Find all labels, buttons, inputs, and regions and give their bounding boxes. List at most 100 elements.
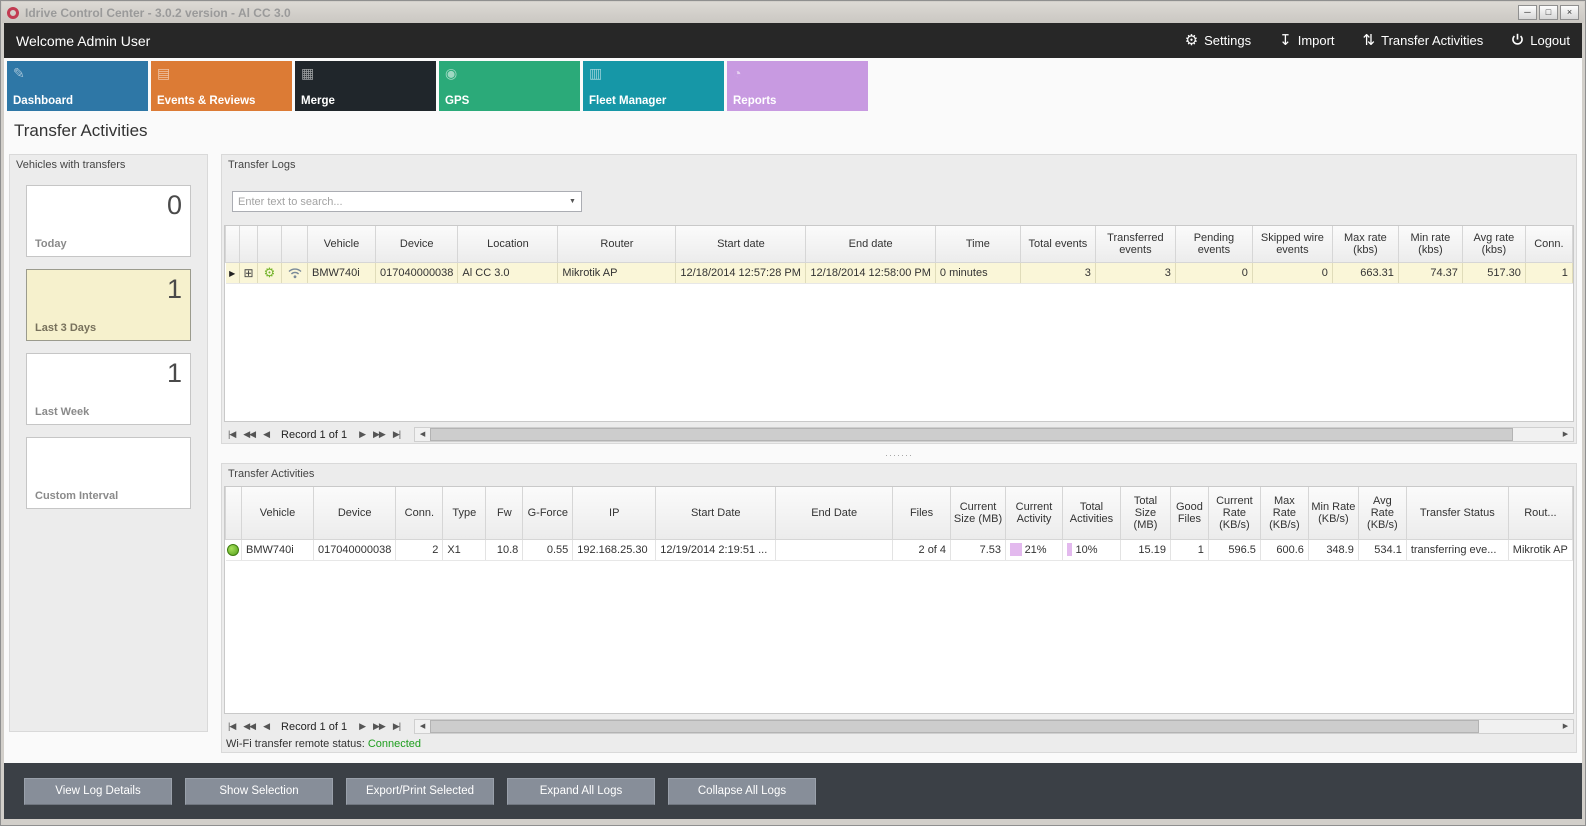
col-fw[interactable]: Fw <box>486 487 523 539</box>
col-start-date[interactable]: Start Date <box>656 487 776 539</box>
col-ip[interactable]: IP <box>573 487 656 539</box>
col-device[interactable]: Device <box>313 487 395 539</box>
show-selection-button[interactable]: Show Selection <box>185 778 333 805</box>
col-good-files[interactable]: Good Files <box>1170 487 1208 539</box>
settings-button[interactable]: ⚙ Settings <box>1185 33 1251 48</box>
expand-all-logs-button[interactable]: Expand All Logs <box>507 778 655 805</box>
cell-max-rate: 663.31 <box>1332 262 1398 283</box>
col-vehicle[interactable]: Vehicle <box>241 487 313 539</box>
pager-prev-icon[interactable]: ◀ <box>259 721 273 732</box>
import-button[interactable]: ↧ Import <box>1279 33 1334 48</box>
col-location[interactable]: Location <box>458 226 558 262</box>
transfer-log-row[interactable]: ▶ ⊞ ⚙ BMW740i 017040000038 Al CC 3.0 Mik… <box>226 262 1573 283</box>
scrollbar-track[interactable] <box>430 720 1558 733</box>
tile-fleet-manager[interactable]: ▥ Fleet Manager <box>583 61 724 111</box>
col-end-date[interactable]: End Date <box>776 487 893 539</box>
transfer-activity-row[interactable]: BMW740i 017040000038 2 X1 10.8 0.55 192.… <box>226 539 1573 560</box>
card-today[interactable]: 0 Today <box>26 185 191 257</box>
expand-row-icon[interactable]: ⊞ <box>243 266 253 280</box>
collapse-all-logs-button[interactable]: Collapse All Logs <box>668 778 816 805</box>
cell-device: 017040000038 <box>313 539 395 560</box>
col-type[interactable]: Type <box>443 487 486 539</box>
scroll-right-icon[interactable]: ▶ <box>1558 720 1573 733</box>
titlebar: Idrive Control Center - 3.0.2 version - … <box>2 2 1584 23</box>
tile-merge[interactable]: ▦ Merge <box>295 61 436 111</box>
pager-next-page-icon[interactable]: ▶▶ <box>369 721 389 732</box>
cell-pending-events: 0 <box>1175 262 1252 283</box>
export-print-selected-button[interactable]: Export/Print Selected <box>346 778 494 805</box>
minimize-button[interactable]: ─ <box>1518 5 1537 20</box>
col-total-activities[interactable]: Total Activities <box>1062 487 1120 539</box>
card-last-3-days[interactable]: 1 Last 3 Days <box>26 269 191 341</box>
pager-next-icon[interactable]: ▶ <box>355 721 369 732</box>
tile-events-reviews[interactable]: ▤ Events & Reviews <box>151 61 292 111</box>
col-current-size[interactable]: Current Size (MB) <box>951 487 1006 539</box>
col-current-rate[interactable]: Current Rate (KB/s) <box>1208 487 1260 539</box>
tile-reports-label: Reports <box>733 95 776 107</box>
pager-prev-page-icon[interactable]: ◀◀ <box>239 429 259 440</box>
col-transferred-events[interactable]: Transferred events <box>1095 226 1175 262</box>
col-g-force[interactable]: G-Force <box>523 487 573 539</box>
online-status-icon <box>227 544 239 556</box>
col-pending-events[interactable]: Pending events <box>1175 226 1252 262</box>
col-max-rate[interactable]: Max Rate (KB/s) <box>1260 487 1308 539</box>
cell-avg-rate: 517.30 <box>1462 262 1525 283</box>
scrollbar-track[interactable] <box>430 428 1558 441</box>
col-end-date[interactable]: End date <box>806 226 935 262</box>
cell-files: 2 of 4 <box>893 539 951 560</box>
card-last-week[interactable]: 1 Last Week <box>26 353 191 425</box>
app-logo-icon <box>7 7 19 19</box>
cell-max-rate: 600.6 <box>1260 539 1308 560</box>
col-max-rate[interactable]: Max rate (kbs) <box>1332 226 1398 262</box>
col-conn[interactable]: Conn. <box>1525 226 1572 262</box>
col-avg-rate[interactable]: Avg rate (kbs) <box>1462 226 1525 262</box>
merge-road-icon: ▦ <box>301 65 314 82</box>
col-current-activity[interactable]: Current Activity <box>1006 487 1063 539</box>
cell-fw: 10.8 <box>486 539 523 560</box>
chevron-down-icon[interactable]: ▼ <box>564 198 581 205</box>
col-device[interactable]: Device <box>376 226 458 262</box>
col-avg-rate[interactable]: Avg Rate (KB/s) <box>1358 487 1406 539</box>
col-skipped-wire-events[interactable]: Skipped wire events <box>1252 226 1332 262</box>
transfer-activities-button[interactable]: ⇅ Transfer Activities <box>1363 33 1484 48</box>
col-total-events[interactable]: Total events <box>1020 226 1095 262</box>
pager-next-icon[interactable]: ▶ <box>355 429 369 440</box>
col-min-rate[interactable]: Min Rate (KB/s) <box>1308 487 1358 539</box>
scroll-left-icon[interactable]: ◀ <box>415 720 430 733</box>
col-start-date[interactable]: Start date <box>676 226 806 262</box>
pager-last-icon[interactable]: ▶| <box>389 721 404 732</box>
scrollbar-thumb[interactable] <box>430 720 1479 733</box>
pager-next-page-icon[interactable]: ▶▶ <box>369 429 389 440</box>
view-log-details-button[interactable]: View Log Details <box>24 778 172 805</box>
search-input[interactable] <box>233 196 564 208</box>
horizontal-scrollbar[interactable]: ◀ ▶ <box>414 427 1574 442</box>
pager-first-icon[interactable]: |◀ <box>224 429 239 440</box>
logout-button[interactable]: Logout <box>1511 33 1570 49</box>
card-custom-interval[interactable]: Custom Interval <box>26 437 191 509</box>
col-conn[interactable]: Conn. <box>396 487 443 539</box>
pager-prev-icon[interactable]: ◀ <box>259 429 273 440</box>
close-button[interactable]: × <box>1560 5 1579 20</box>
tile-dashboard[interactable]: ✎ Dashboard <box>7 61 148 111</box>
scrollbar-thumb[interactable] <box>430 428 1513 441</box>
pager-prev-page-icon[interactable]: ◀◀ <box>239 721 259 732</box>
transfer-logs-pager: |◀ ◀◀ ◀ Record 1 of 1 ▶ ▶▶ ▶| ◀ ▶ <box>224 426 1574 443</box>
col-vehicle[interactable]: Vehicle <box>308 226 376 262</box>
pager-last-icon[interactable]: ▶| <box>389 429 404 440</box>
col-transfer-status[interactable]: Transfer Status <box>1406 487 1508 539</box>
panel-splitter[interactable]: ······· <box>221 446 1577 463</box>
pager-first-icon[interactable]: |◀ <box>224 721 239 732</box>
col-router[interactable]: Rout... <box>1508 487 1572 539</box>
col-router[interactable]: Router <box>558 226 676 262</box>
col-min-rate[interactable]: Min rate (kbs) <box>1398 226 1462 262</box>
horizontal-scrollbar[interactable]: ◀ ▶ <box>414 719 1574 734</box>
maximize-button[interactable]: □ <box>1539 5 1558 20</box>
scroll-left-icon[interactable]: ◀ <box>415 428 430 441</box>
col-time[interactable]: Time <box>935 226 1020 262</box>
tile-reports[interactable]: ◔ Reports <box>727 61 868 111</box>
client-area: Welcome Admin User ⚙ Settings ↧ Import ⇅… <box>4 23 1582 817</box>
tile-gps[interactable]: ◉ GPS <box>439 61 580 111</box>
scroll-right-icon[interactable]: ▶ <box>1558 428 1573 441</box>
col-total-size[interactable]: Total Size (MB) <box>1120 487 1170 539</box>
col-files[interactable]: Files <box>893 487 951 539</box>
